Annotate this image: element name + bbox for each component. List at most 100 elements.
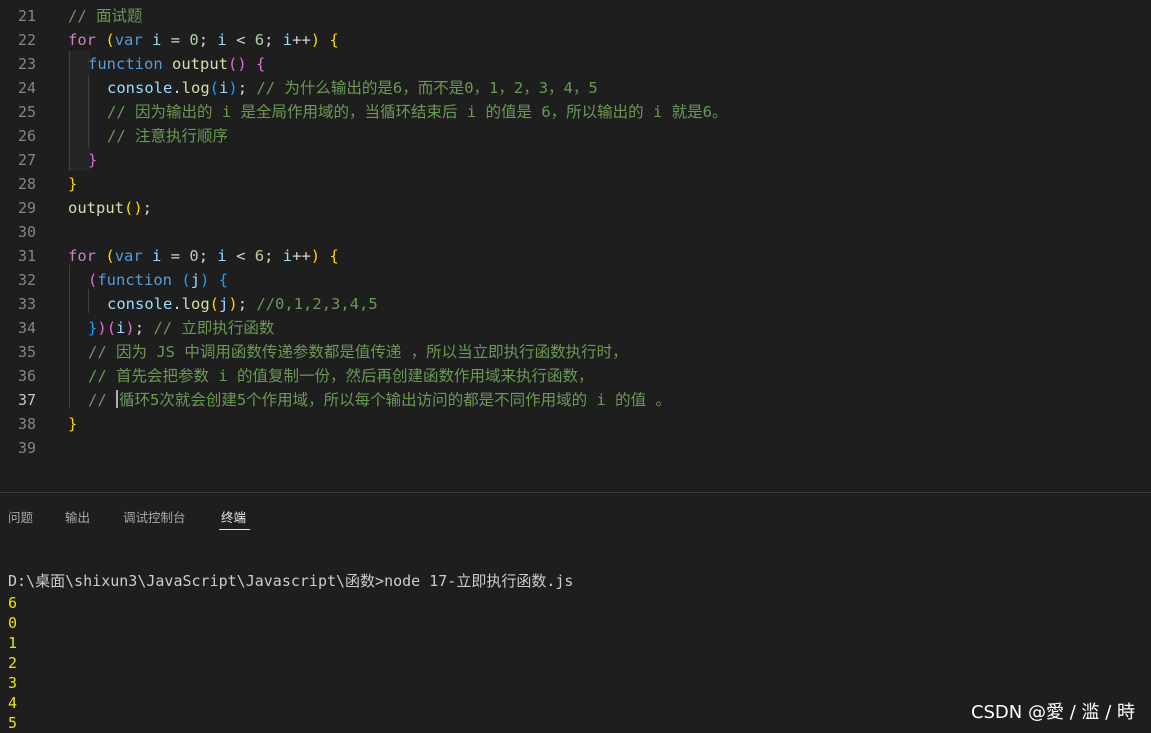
code-line[interactable]: 36 // 首先会把参数 i 的值复制一份，然后再创建函数作用域来执行函数， [0,364,1151,388]
code-token: ) [200,271,210,289]
code-token: var [114,247,143,265]
code-line[interactable]: 34 })(i); // 立即执行函数 [0,316,1151,340]
code-token: ; [198,31,218,49]
line-number: 28 [17,175,36,193]
line-number: 33 [17,295,36,313]
code-line[interactable]: 31 for (var i = 0; i < 6; i++) { [0,244,1151,268]
code-line[interactable]: 22 for (var i = 0; i < 6; i++) { [0,28,1151,52]
line-source: })(i); // 立即执行函数 [88,316,274,340]
code-token: ) [228,79,238,97]
code-token: log [181,295,210,313]
code-token: ; [237,295,257,313]
line-source: // 因为 JS 中调用函数传递参数都是值传递 ，所以当立即执行函数执行时， [88,340,628,364]
code-line[interactable]: 25 // 因为输出的 i 是全局作用域的，当循环结束后 i 的值是 6，所以输出… [0,100,1151,124]
code-token: () [124,199,143,217]
line-source: // 面试题 [68,4,143,28]
code-token: () [228,55,247,73]
line-source: console.log(i); // 为什么输出的是6，而不是0，1，2，3，4… [107,76,598,100]
code-token: ; [264,247,283,265]
code-token: console [107,295,173,313]
code-token: i [217,31,227,49]
code-line[interactable]: 21 // 面试题 [0,4,1151,28]
code-token: i [152,31,162,49]
terminal-output-line: 0 [8,614,18,632]
line-number: 37 [17,391,36,409]
code-line[interactable]: 35 // 因为 JS 中调用函数传递参数都是值传递 ，所以当立即执行函数执行时， [0,340,1151,364]
code-line[interactable]: 33 console.log(j); //0,1,2,3,4,5 [0,292,1151,316]
line-number: 30 [17,223,36,241]
csdn-watermark: CSDN @愛 / 滥 / 時 [970,702,1135,723]
code-token: ) [310,247,321,265]
line-number: 34 [17,319,36,337]
tab-output[interactable]: 输出 [65,507,90,526]
code-token: { [218,271,229,289]
code-token: i [116,319,126,337]
code-line[interactable]: 29 output(); [0,196,1151,220]
code-token: for [68,31,96,49]
code-token: { [256,55,266,73]
code-token: // 立即执行函数 [153,319,275,337]
terminal-output-line: 3 [8,674,18,692]
code-token: log [181,79,210,97]
code-token: ) [97,319,107,337]
terminal-output-line: 2 [8,654,18,672]
line-number: 24 [17,79,36,97]
code-token: 循环5次就会创建5个作用域，所以每个输出访问的都是不同作用域的 i 的值 。 [119,391,671,409]
code-line[interactable]: 32 (function (j) { [0,268,1151,292]
code-line[interactable]: 24 console.log(i); // 为什么输出的是6，而不是0，1，2，3… [0,76,1151,100]
line-source: } [88,148,97,172]
tab-debug-console[interactable]: 调试控制台 [123,507,186,526]
code-line[interactable]: 30 [0,220,1151,244]
bottom-panel: 问题 输出 调试控制台 终端 D:\桌面\shixun3\JavaScript\… [0,492,1151,732]
code-token: ) [310,31,321,49]
code-line[interactable]: 38} [0,412,1151,436]
code-token: // 注意执行顺序 [107,127,228,145]
code-token: < [226,31,255,49]
code-token: } [88,151,98,169]
code-token: 6 [254,31,265,49]
code-token: { [329,247,339,265]
line-number: 26 [17,127,36,145]
terminal-output-line: 5 [8,714,18,732]
line-number: 38 [17,415,36,433]
code-token: console [107,79,173,97]
tab-problems[interactable]: 问题 [8,507,33,526]
code-token: ( [88,271,98,289]
code-token: ) [125,319,135,337]
code-token: // 因为 JS 中调用函数传递参数都是值传递 ，所以当立即执行函数执行时， [88,343,628,361]
terminal-output-line: 4 [8,694,18,712]
code-token: i [217,247,227,265]
code-token: ( [209,79,220,97]
line-number: 21 [17,7,36,25]
code-line[interactable]: 28} [0,172,1151,196]
code-line[interactable]: 26 // 注意执行顺序 [0,124,1151,148]
code-editor[interactable]: 21// 面试题 22 for (var i = 0; i < 6; i++) {2… [0,0,1151,492]
line-number: 29 [17,199,36,217]
code-line[interactable]: 23 function output() { [0,52,1151,76]
code-line[interactable]: 27} [0,148,1151,172]
code-token: ; [237,79,257,97]
active-tab-indicator [219,529,250,530]
line-source: // 首先会把参数 i 的值复制一份，然后再创建函数作用域来执行函数， [88,364,594,388]
line-number: 32 [17,271,36,289]
code-token: 0 [189,247,199,265]
code-token: i [219,79,229,97]
code-token: = [161,247,190,265]
code-line[interactable]: 39 [0,436,1151,460]
tab-terminal[interactable]: 终端 [221,507,246,526]
code-token: . [172,79,182,97]
code-token: // 因为输出的 i 是全局作用域的，当循环结束后 i 的值是 6，所以输出的 … [107,103,728,121]
code-line[interactable]: 37 // 循环5次就会创建5个作用域，所以每个输出访问的都是不同作用域的 i 的… [0,388,1151,412]
code-token: ( [181,271,191,289]
code-token: = [161,31,190,49]
line-number: 36 [17,367,36,385]
line-source: console.log(j); //0,1,2,3,4,5 [107,292,378,316]
code-token: ++ [292,247,311,265]
code-token: // 为什么输出的是6，而不是0，1，2，3，4，5 [256,79,598,97]
line-source: for (var i = 0; i < 6; i++) { [68,244,339,268]
line-number: 23 [17,55,36,73]
